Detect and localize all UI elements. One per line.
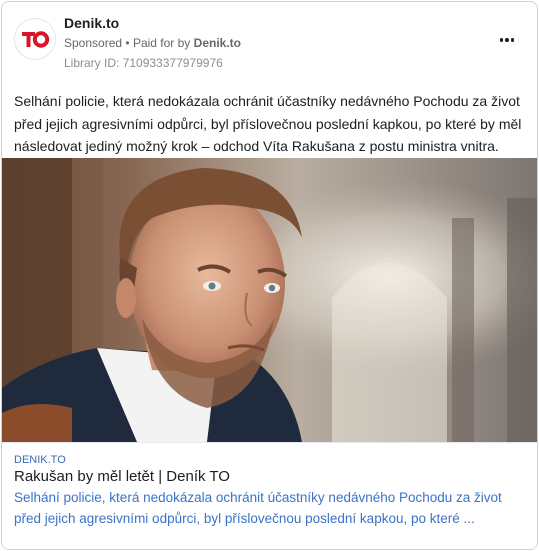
meta-separator: • — [125, 36, 130, 50]
portrait-photo — [2, 158, 537, 442]
sponsored-label: Sponsored — [64, 36, 123, 50]
page-name[interactable]: Denik.to — [64, 15, 119, 31]
ad-card: Denik.to Sponsored • Paid for by Denik.t… — [1, 1, 538, 550]
paid-for-name: Denik.to — [193, 36, 241, 50]
ad-body-text: Selhání policie, která nedokázala ochrán… — [14, 93, 522, 154]
link-description: Selhání policie, která nedokázala ochrán… — [14, 490, 502, 526]
denik-to-logo-icon — [18, 22, 52, 56]
library-id: Library ID: 710933377979976 — [64, 56, 223, 70]
page-logo[interactable] — [14, 18, 56, 60]
link-domain: DENIK.TO — [14, 454, 66, 466]
sponsored-meta: Sponsored • Paid for by Denik.to — [64, 36, 241, 50]
more-options-icon[interactable] — [492, 30, 522, 50]
ad-image[interactable] — [2, 158, 537, 442]
ad-header: Denik.to Sponsored • Paid for by Denik.t… — [2, 2, 537, 82]
link-preview[interactable]: DENIK.TO Rakušan by měl letět | Deník TO… — [2, 442, 537, 549]
link-title[interactable]: Rakušan by měl letět | Deník TO — [14, 468, 230, 485]
paid-for-prefix: Paid for by — [132, 36, 191, 50]
